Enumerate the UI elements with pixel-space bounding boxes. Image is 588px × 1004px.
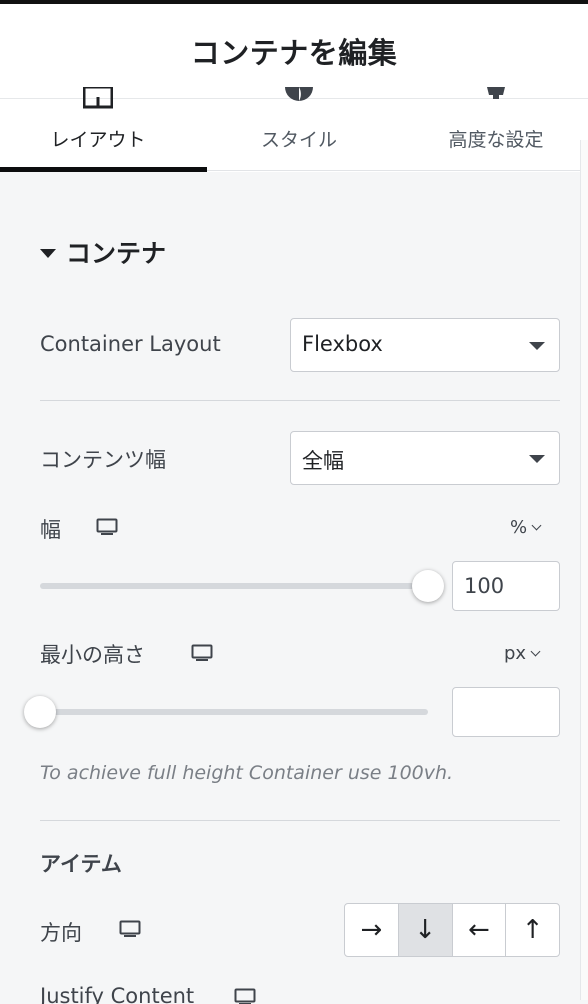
tab-style[interactable]: スタイル <box>201 87 397 171</box>
min-height-unit-select[interactable]: px <box>504 643 541 664</box>
direction-column-button[interactable]: ↓ <box>398 904 453 956</box>
tab-style-label: スタイル <box>260 129 337 151</box>
chevron-down-icon <box>530 646 541 657</box>
direction-label: 方向 <box>40 921 82 945</box>
gear-icon <box>487 87 505 99</box>
chevron-down-icon <box>529 342 545 350</box>
min-height-label: 最小の高さ <box>40 643 145 667</box>
chevron-down-icon <box>529 455 545 463</box>
container-layout-label: Container Layout <box>40 332 221 356</box>
layout-icon <box>83 87 113 109</box>
width-label: 幅 <box>40 518 61 542</box>
tab-layout[interactable]: レイアウト <box>0 87 207 172</box>
desktop-icon[interactable] <box>191 644 213 662</box>
items-section-title: アイテム <box>40 852 122 876</box>
content-width-label: コンテンツ幅 <box>40 448 166 472</box>
min-height-hint: To achieve full height Container use 100… <box>40 762 454 784</box>
settings-panel: コンテナ Container Layout Flexbox コンテンツ幅 全幅 … <box>0 172 588 1004</box>
justify-content-label: Justify Content <box>40 984 195 1004</box>
section-title: コンテナ <box>66 239 167 268</box>
width-slider-track[interactable] <box>40 583 428 589</box>
min-height-unit: px <box>504 643 527 664</box>
direction-row-reverse-button[interactable]: ← <box>453 904 507 956</box>
content-width-value: 全幅 <box>302 449 344 473</box>
width-value: 100 <box>464 574 505 598</box>
editor-header: コンテナを編集 <box>0 4 588 99</box>
style-icon <box>285 87 313 101</box>
min-height-slider-track[interactable] <box>40 709 428 715</box>
divider <box>40 400 560 401</box>
section-toggle-container[interactable]: コンテナ <box>40 234 166 270</box>
desktop-icon[interactable] <box>234 988 256 1004</box>
page-title: コンテナを編集 <box>190 36 398 70</box>
width-unit: % <box>510 517 528 538</box>
width-input[interactable]: 100 <box>452 561 560 611</box>
chevron-down-icon <box>531 520 542 531</box>
caret-down-icon <box>40 248 56 258</box>
panel-scrollbar[interactable] <box>580 140 588 1000</box>
divider <box>40 820 560 821</box>
container-layout-value: Flexbox <box>302 332 383 356</box>
desktop-icon[interactable] <box>119 920 141 938</box>
width-unit-select[interactable]: % <box>510 517 542 538</box>
tab-advanced[interactable]: 高度な設定 <box>398 87 588 171</box>
desktop-icon[interactable] <box>96 518 118 536</box>
direction-button-group: → ↓ ← ↑ <box>344 903 560 957</box>
container-layout-select[interactable]: Flexbox <box>290 318 560 372</box>
width-slider-handle[interactable] <box>412 570 444 602</box>
tab-layout-label: レイアウト <box>50 129 146 151</box>
min-height-input[interactable] <box>452 687 560 737</box>
content-width-select[interactable]: 全幅 <box>290 431 560 485</box>
direction-row-button[interactable]: → <box>345 904 399 956</box>
min-height-slider-handle[interactable] <box>24 696 56 728</box>
tab-bar: レイアウト スタイル 高度な設定 <box>0 87 588 172</box>
direction-column-reverse-button[interactable]: ↑ <box>506 904 559 956</box>
tab-advanced-label: 高度な設定 <box>448 129 544 151</box>
